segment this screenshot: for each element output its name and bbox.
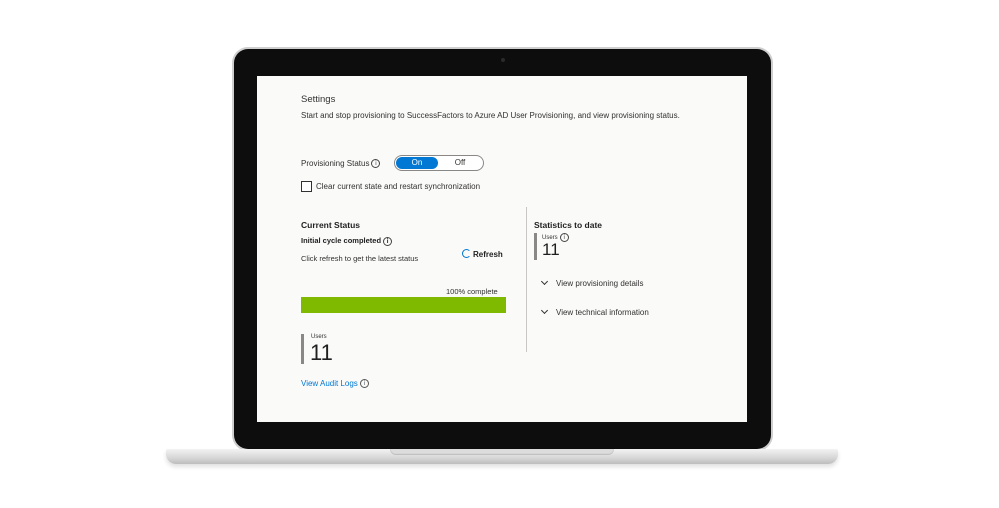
expander-label: View technical information [556, 308, 649, 317]
cycle-status-text: Initial cycle completed [301, 236, 382, 245]
statistics-users-stat: Users i 11 [534, 233, 577, 260]
refresh-icon [462, 249, 471, 258]
refresh-button[interactable]: Refresh [462, 249, 503, 261]
toggle-off-option[interactable]: Off [439, 157, 481, 169]
refresh-label: Refresh [473, 250, 503, 259]
camera [501, 58, 505, 62]
laptop-base [166, 449, 838, 464]
expander-label: View provisioning details [556, 279, 644, 288]
info-icon[interactable]: i [371, 159, 381, 169]
progress-fill [301, 297, 506, 313]
progress-label: 100% complete [446, 287, 498, 296]
chevron-down-icon [540, 306, 549, 315]
provisioning-toggle[interactable]: On Off [394, 155, 484, 171]
page-description: Start and stop provisioning to SuccessFa… [301, 111, 680, 120]
provisioning-details-expander[interactable]: View provisioning details [540, 277, 644, 288]
provisioning-status-text: Provisioning Status [301, 159, 370, 168]
laptop-lid: Settings Start and stop provisioning to … [234, 49, 771, 449]
view-audit-logs-link[interactable]: View Audit Logs i [301, 379, 369, 389]
laptop-notch [390, 449, 614, 455]
users-stat: Users 11 [301, 334, 348, 364]
audit-link-text[interactable]: View Audit Logs [301, 379, 358, 388]
cycle-status: Initial cycle completed i [301, 236, 393, 246]
screen: Settings Start and stop provisioning to … [257, 76, 747, 422]
progress-bar [301, 297, 506, 313]
statistics-users-count: 11 [542, 240, 560, 259]
current-status-title: Current Status [301, 220, 361, 230]
section-divider [526, 207, 527, 352]
statistics-title: Statistics to date [534, 220, 603, 230]
clear-state-label: Clear current state and restart synchron… [316, 182, 481, 191]
page-title: Settings [301, 94, 336, 105]
info-icon[interactable]: i [559, 233, 569, 242]
toggle-on-option[interactable]: On [396, 157, 438, 169]
laptop-frame: Settings Start and stop provisioning to … [0, 0, 999, 508]
technical-information-expander[interactable]: View technical information [540, 306, 649, 317]
info-icon[interactable]: i [383, 236, 393, 246]
clear-state-checkbox[interactable] [301, 181, 312, 192]
info-icon[interactable]: i [359, 379, 369, 389]
chevron-down-icon [540, 277, 549, 286]
refresh-hint: Click refresh to get the latest status [301, 254, 419, 263]
provisioning-status-label: Provisioning Status i [301, 159, 381, 169]
users-count: 11 [310, 340, 333, 365]
